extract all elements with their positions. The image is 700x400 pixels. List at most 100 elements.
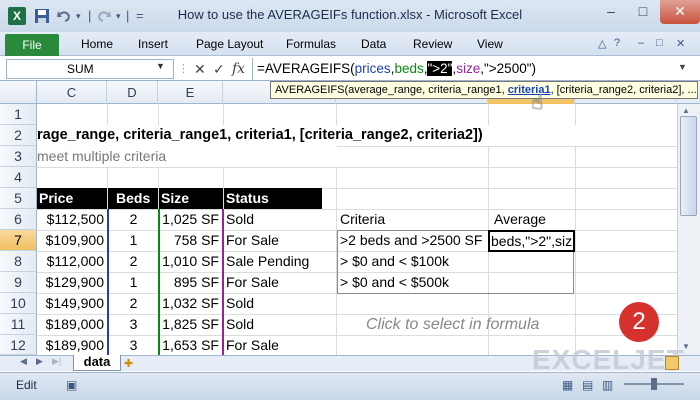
- insert-function-button[interactable]: fx: [232, 59, 245, 79]
- tab-formulas[interactable]: Formulas: [286, 37, 336, 51]
- maximize-button[interactable]: □: [628, 0, 658, 24]
- size-cell[interactable]: 1,825 SF: [160, 314, 222, 335]
- criteria-header[interactable]: Criteria: [340, 209, 488, 230]
- syntax-text[interactable]: rage_range, criteria_range1, criteria1, …: [37, 125, 677, 146]
- excel-app-icon[interactable]: X: [8, 7, 26, 25]
- status-cell[interactable]: Sale Pending: [226, 251, 336, 272]
- undo-icon[interactable]: [56, 6, 72, 26]
- size-cell[interactable]: 1,032 SF: [160, 293, 222, 314]
- beds-cell[interactable]: 3: [109, 314, 158, 335]
- beds-cell[interactable]: 2: [109, 209, 158, 230]
- price-cell[interactable]: $129,900: [37, 272, 107, 293]
- formula-ref-beds[interactable]: beds: [394, 61, 423, 76]
- row-header-11[interactable]: 11: [0, 314, 37, 335]
- sheet-tab-data[interactable]: data: [73, 355, 121, 371]
- save-icon[interactable]: [34, 6, 50, 26]
- workbook-close-button[interactable]: ✕: [676, 37, 685, 50]
- status-cell[interactable]: Sold: [226, 314, 336, 335]
- tooltip-active-argument[interactable]: criteria1: [508, 84, 551, 96]
- scroll-up-icon[interactable]: ▲: [682, 106, 690, 115]
- close-button[interactable]: ✕: [660, 0, 700, 24]
- page-break-view-icon[interactable]: ▥: [602, 378, 613, 392]
- size-cell[interactable]: 758 SF: [160, 230, 222, 251]
- redo-dropdown-icon[interactable]: ▾: [116, 6, 121, 26]
- criteria-item[interactable]: > $0 and < $500k: [340, 272, 488, 293]
- tab-file[interactable]: File: [5, 34, 59, 56]
- row-header-7[interactable]: 7: [0, 230, 37, 251]
- normal-view-icon[interactable]: ▦: [562, 378, 573, 392]
- ribbon-collapse-icon[interactable]: △: [598, 37, 606, 50]
- header-beds[interactable]: Beds: [108, 188, 158, 209]
- price-cell[interactable]: $109,900: [37, 230, 107, 251]
- customize-qat-icon[interactable]: =: [136, 6, 144, 26]
- column-header-e[interactable]: E: [158, 81, 223, 104]
- status-cell[interactable]: For Sale: [226, 335, 336, 355]
- tab-data[interactable]: Data: [361, 37, 386, 51]
- zoom-slider-thumb[interactable]: [651, 378, 657, 390]
- beds-cell[interactable]: 2: [109, 293, 158, 314]
- size-cell[interactable]: 1,010 SF: [160, 251, 222, 272]
- row-header-1[interactable]: 1: [0, 104, 37, 125]
- insert-sheet-icon[interactable]: ✚: [124, 357, 133, 370]
- minimize-button[interactable]: –: [596, 0, 626, 24]
- vertical-scroll-thumb[interactable]: [680, 116, 697, 216]
- price-cell[interactable]: $189,000: [37, 314, 107, 335]
- tab-page-layout[interactable]: Page Layout: [196, 37, 263, 51]
- beds-cell[interactable]: 1: [109, 230, 158, 251]
- cancel-formula-button[interactable]: ✕: [194, 59, 206, 79]
- name-box[interactable]: SUM: [6, 59, 174, 79]
- sheet-nav-last-icon[interactable]: ▶|: [52, 356, 61, 367]
- status-cell[interactable]: Sold: [226, 293, 336, 314]
- formula-input[interactable]: =AVERAGEIFS(prices,beds,">2",size,">2500…: [252, 58, 692, 80]
- horizontal-scroll-right-button[interactable]: [665, 356, 679, 370]
- size-cell[interactable]: 895 SF: [160, 272, 222, 293]
- criteria-item[interactable]: > $0 and < $100k: [340, 251, 488, 272]
- row-header-6[interactable]: 6: [0, 209, 37, 230]
- beds-cell[interactable]: 2: [109, 251, 158, 272]
- workbook-minimize-button[interactable]: –: [638, 37, 644, 49]
- expand-formula-bar-icon[interactable]: ▼: [678, 62, 687, 72]
- formula-ref-size[interactable]: size: [456, 61, 480, 76]
- row-header-2[interactable]: 2: [0, 125, 37, 146]
- macro-record-icon[interactable]: ▣: [66, 378, 77, 392]
- price-cell[interactable]: $112,500: [37, 209, 107, 230]
- row-header-3[interactable]: 3: [0, 146, 37, 167]
- enter-formula-button[interactable]: ✓: [213, 59, 225, 79]
- status-cell[interactable]: For Sale: [226, 272, 336, 293]
- tab-view[interactable]: View: [477, 37, 503, 51]
- tab-review[interactable]: Review: [413, 37, 452, 51]
- undo-dropdown-icon[interactable]: ▾: [76, 6, 81, 26]
- formula-selected-criteria[interactable]: ">2": [427, 61, 453, 76]
- row-header-9[interactable]: 9: [0, 272, 37, 293]
- formula-ref-prices[interactable]: prices: [355, 61, 391, 76]
- redo-icon[interactable]: [96, 6, 112, 26]
- name-box-dropdown-icon[interactable]: ▼: [156, 61, 165, 71]
- criteria-item[interactable]: >2 beds and >2500 SF: [340, 230, 488, 251]
- subtitle-text[interactable]: meet multiple criteria: [37, 146, 337, 167]
- workbook-restore-button[interactable]: □: [656, 37, 663, 49]
- row-header-8[interactable]: 8: [0, 251, 37, 272]
- status-cell[interactable]: For Sale: [226, 230, 336, 251]
- price-cell[interactable]: $149,900: [37, 293, 107, 314]
- beds-cell[interactable]: 1: [109, 272, 158, 293]
- size-cell[interactable]: 1,025 SF: [160, 209, 222, 230]
- page-layout-view-icon[interactable]: ▤: [582, 378, 593, 392]
- header-status[interactable]: Status: [224, 188, 322, 209]
- active-cell-h7[interactable]: beds,">2",siz: [488, 230, 575, 252]
- status-cell[interactable]: Sold: [226, 209, 336, 230]
- header-size[interactable]: Size: [159, 188, 223, 209]
- beds-cell[interactable]: 3: [109, 335, 158, 355]
- column-header-c[interactable]: C: [37, 81, 107, 104]
- price-cell[interactable]: $112,000: [37, 251, 107, 272]
- tab-home[interactable]: Home: [81, 37, 113, 51]
- header-price[interactable]: Price: [37, 188, 107, 209]
- help-icon[interactable]: ?: [614, 37, 620, 49]
- average-header[interactable]: Average: [494, 209, 575, 230]
- tab-insert[interactable]: Insert: [138, 37, 168, 51]
- row-header-10[interactable]: 10: [0, 293, 37, 314]
- row-header-5[interactable]: 5: [0, 188, 37, 209]
- size-cell[interactable]: 1,653 SF: [160, 335, 222, 355]
- select-all-corner[interactable]: [0, 81, 37, 104]
- column-header-d[interactable]: D: [107, 81, 158, 104]
- row-header-12[interactable]: 12: [0, 335, 37, 355]
